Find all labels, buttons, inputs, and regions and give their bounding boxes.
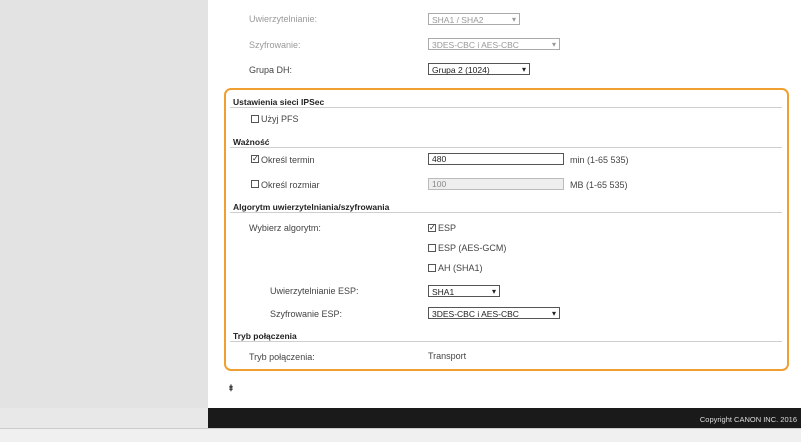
divider [230, 341, 782, 342]
dh-group-select-value: Grupa 2 (1024) [432, 65, 490, 75]
checkmark-icon: ✓ [429, 223, 436, 232]
to-top-icon[interactable]: ⯒ [229, 381, 233, 397]
chevron-down-icon: ▾ [521, 65, 526, 74]
esp-auth-select[interactable]: SHA1 ▾ [428, 285, 500, 297]
esp-encryption-select[interactable]: 3DES-CBC i AES-CBC ▾ [428, 307, 560, 319]
time-limit-unit: min (1-65 535) [570, 155, 629, 165]
chevron-down-icon: ▾ [491, 287, 496, 296]
esp-auth-label: Uwierzytelnianie ESP: [270, 286, 359, 296]
copyright-text: Copyright CANON INC. 2016 [699, 415, 797, 424]
time-limit-label: Określ termin [261, 155, 315, 165]
time-limit-checkbox[interactable]: ✓ [251, 155, 259, 163]
auth-select[interactable]: SHA1 / SHA2 ▾ [428, 13, 520, 25]
size-limit-unit: MB (1-65 535) [570, 180, 628, 190]
footer: Copyright CANON INC. 2016 [208, 408, 801, 428]
divider [230, 107, 782, 108]
size-limit-input[interactable]: 100 [428, 178, 564, 190]
esp-aes-gcm-option-label: ESP (AES-GCM) [438, 243, 507, 253]
chevron-down-icon: ▾ [551, 40, 556, 49]
esp-aes-gcm-checkbox[interactable] [428, 244, 436, 252]
size-limit-label: Określ rozmiar [261, 180, 320, 190]
connection-section-title: Tryb połączenia [233, 331, 297, 341]
esp-encryption-select-value: 3DES-CBC i AES-CBC [432, 309, 519, 319]
left-navigation-pane [0, 0, 208, 408]
connection-mode-label: Tryb połączenia: [249, 352, 315, 362]
time-limit-value: 480 [432, 154, 447, 164]
size-limit-value: 100 [432, 179, 447, 189]
encryption-select-value: 3DES-CBC i AES-CBC [432, 40, 519, 50]
dh-group-label: Grupa DH: [249, 65, 293, 75]
ipsec-section-title: Ustawienia sieci IPSec [233, 97, 325, 107]
divider [230, 212, 782, 213]
chevron-down-icon: ▾ [551, 309, 556, 318]
checkmark-icon: ✓ [252, 154, 259, 163]
validity-section-title: Ważność [233, 137, 270, 147]
auth-select-value: SHA1 / SHA2 [432, 15, 484, 25]
connection-mode-value: Transport [428, 351, 467, 361]
auth-label: Uwierzytelnianie: [249, 14, 318, 24]
ah-sha1-option-label: AH (SHA1) [438, 263, 483, 273]
time-limit-input[interactable]: 480 [428, 153, 564, 165]
use-pfs-checkbox[interactable] [251, 115, 259, 123]
ah-sha1-checkbox[interactable] [428, 264, 436, 272]
dh-group-select[interactable]: Grupa 2 (1024) ▾ [428, 63, 530, 75]
esp-option-label: ESP [438, 223, 457, 233]
chevron-down-icon: ▾ [511, 15, 516, 24]
size-limit-checkbox[interactable] [251, 180, 259, 188]
use-pfs-label: Użyj PFS [261, 114, 299, 124]
esp-auth-select-value: SHA1 [432, 287, 455, 297]
esp-checkbox[interactable]: ✓ [428, 224, 436, 232]
algorithm-section-title: Algorytm uwierzytelniania/szyfrowania [233, 202, 390, 212]
divider [230, 147, 782, 148]
horizontal-scrollbar[interactable] [0, 428, 801, 442]
esp-encryption-label: Szyfrowanie ESP: [270, 309, 343, 319]
choose-algorithm-label: Wybierz algorytm: [249, 223, 321, 233]
encryption-select[interactable]: 3DES-CBC i AES-CBC ▾ [428, 38, 560, 50]
encryption-label: Szyfrowanie: [249, 40, 301, 50]
